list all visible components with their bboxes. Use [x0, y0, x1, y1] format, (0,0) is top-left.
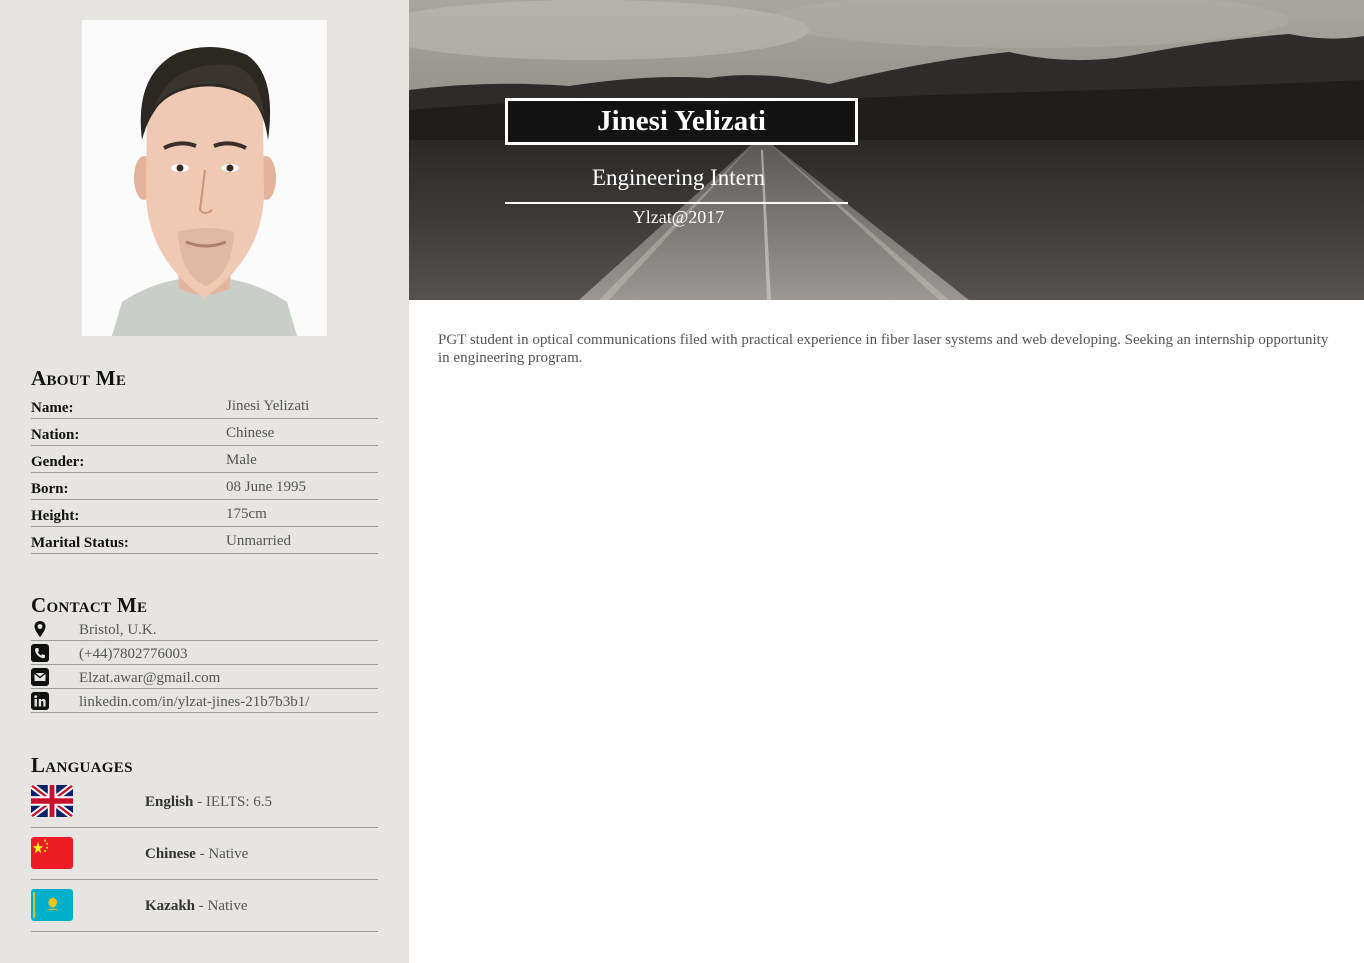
- contact-email[interactable]: Elzat.awar@gmail.com: [79, 670, 220, 687]
- job-title: Engineering Intern: [591, 165, 766, 190]
- language-level: - Native: [195, 846, 249, 862]
- about-me-heading: About Me: [31, 366, 127, 390]
- contact-row-email: Elzat.awar@gmail.com: [31, 665, 378, 689]
- profile-handle: Ylzat@2017: [632, 207, 725, 227]
- about-key: Nation:: [31, 427, 80, 443]
- language-level: - Native: [195, 898, 248, 914]
- about-row-name: Name: Jinesi Yelizati: [31, 392, 378, 419]
- about-value: Male: [226, 452, 257, 468]
- about-key: Height:: [31, 508, 80, 524]
- about-value: Unmarried: [226, 533, 291, 549]
- about-row-born: Born: 08 June 1995: [31, 473, 378, 500]
- language-name: Kazakh: [145, 898, 196, 914]
- language-name: English: [145, 794, 194, 810]
- languages-heading: Languages: [31, 753, 133, 777]
- about-me-list: Name: Jinesi Yelizati Nation: Chinese Ge…: [31, 392, 378, 554]
- language-entry: English - IELTS: 6.5: [145, 794, 272, 811]
- about-row-marital-status: Marital Status: Unmarried: [31, 527, 378, 554]
- divider: [505, 202, 848, 204]
- language-row-kazakh: Kazakh - Native: [31, 880, 378, 932]
- about-row-height: Height: 175cm: [31, 500, 378, 527]
- about-value: 175cm: [226, 506, 267, 522]
- about-key: Born:: [31, 481, 69, 497]
- header-banner: Jinesi Yelizati Engineering Intern Ylzat…: [409, 0, 1364, 300]
- envelope-icon: [31, 668, 49, 686]
- profile-name: Jinesi Yelizati: [505, 98, 858, 145]
- contact-phone: (+44)7802776003: [79, 646, 188, 662]
- china-flag-icon: [31, 837, 73, 869]
- profile-photo: [82, 20, 327, 336]
- language-row-chinese: Chinese - Native: [31, 828, 378, 880]
- map-marker-icon: [34, 621, 46, 637]
- sidebar: About Me Name: Jinesi Yelizati Nation: C…: [0, 0, 409, 963]
- contact-row-phone: (+44)7802776003: [31, 641, 378, 665]
- road-landscape-image: [409, 0, 1364, 300]
- about-value: 08 June 1995: [226, 479, 306, 495]
- linkedin-icon: [31, 692, 49, 710]
- about-row-nation: Nation: Chinese: [31, 419, 378, 446]
- phone-icon: [31, 644, 49, 662]
- about-key: Gender:: [31, 454, 85, 470]
- contact-me-heading: Contact Me: [31, 593, 148, 617]
- language-name: Chinese: [145, 846, 196, 862]
- contact-row-linkedin: linkedin.com/in/ylzat-jines-21b7b3b1/: [31, 689, 378, 713]
- contact-list: Bristol, U.K. (+44)7802776003 Elzat.awar…: [31, 617, 378, 713]
- profile-summary: PGT student in optical communications fi…: [438, 332, 1329, 366]
- contact-location: Bristol, U.K.: [79, 622, 157, 638]
- about-key: Marital Status:: [31, 535, 129, 551]
- language-entry: Chinese - Native: [145, 846, 248, 863]
- languages-list: English - IELTS: 6.5 Chinese - Native Ka…: [31, 776, 378, 932]
- language-entry: Kazakh - Native: [145, 898, 248, 915]
- about-value: Jinesi Yelizati: [226, 398, 310, 414]
- contact-linkedin[interactable]: linkedin.com/in/ylzat-jines-21b7b3b1/: [79, 694, 309, 711]
- about-value: Chinese: [226, 425, 275, 441]
- uk-flag-icon: [31, 785, 73, 817]
- language-row-english: English - IELTS: 6.5: [31, 776, 378, 828]
- language-level: - IELTS: 6.5: [193, 794, 272, 810]
- contact-row-location: Bristol, U.K.: [31, 617, 378, 641]
- kazakhstan-flag-icon: [31, 889, 73, 921]
- about-key: Name:: [31, 400, 74, 416]
- about-row-gender: Gender: Male: [31, 446, 378, 473]
